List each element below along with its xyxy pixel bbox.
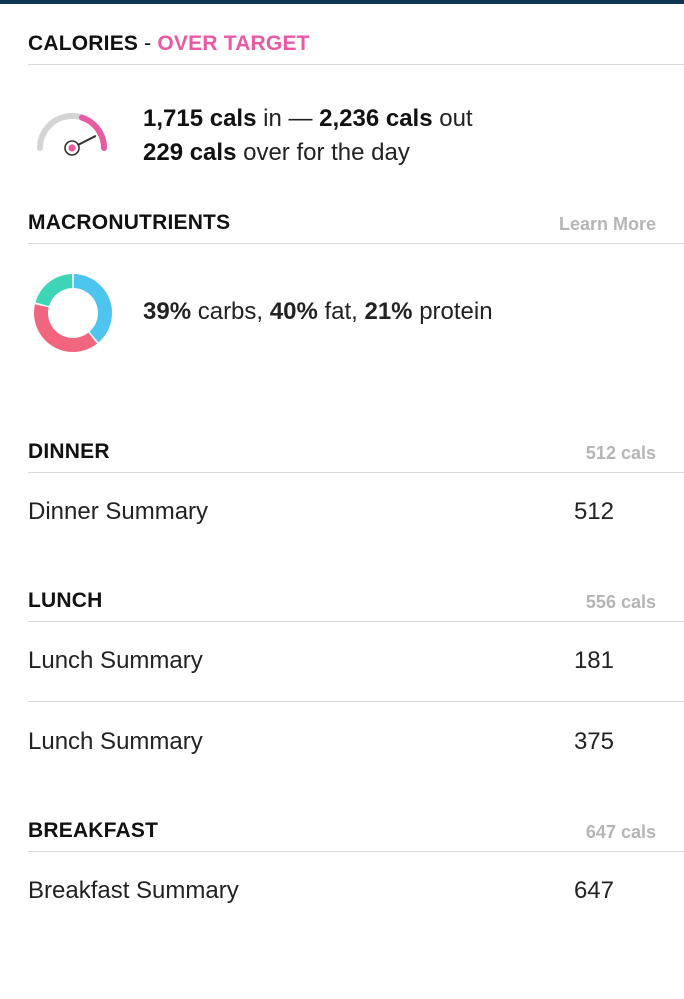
meal-item-name: Dinner Summary bbox=[28, 498, 209, 525]
calories-title: CALORIES - OVER TARGET bbox=[28, 32, 310, 56]
calories-out-value: 2,236 cals bbox=[319, 105, 433, 132]
donut-slice-fat bbox=[34, 304, 98, 352]
gauge-fill bbox=[78, 114, 107, 151]
macronutrient-summary: 39% carbs, 40% fat, 21% protein bbox=[143, 298, 493, 326]
fat-value: 40% bbox=[269, 298, 318, 325]
dinner-total: 512 cals bbox=[585, 443, 656, 463]
lunch-section-header: LUNCH 556 cals bbox=[28, 585, 684, 622]
calories-status: OVER TARGET bbox=[157, 32, 310, 55]
calories-out-text: out bbox=[432, 105, 473, 132]
gauge-hub-dot bbox=[68, 144, 76, 152]
calorie-gauge-icon bbox=[37, 113, 107, 156]
calorie-summary: 1,715 cals in — 2,236 cals out 229 cals … bbox=[143, 102, 473, 170]
lunch-title: LUNCH bbox=[28, 589, 103, 612]
calories-in-value: 1,715 cals bbox=[143, 105, 257, 132]
dinner-title: DINNER bbox=[28, 440, 110, 463]
dinner-section-header: DINNER 512 cals bbox=[28, 436, 684, 473]
macronutrients-title: MACRONUTRIENTS bbox=[28, 211, 231, 234]
breakfast-section-header: BREAKFAST 647 cals bbox=[28, 815, 684, 852]
calories-over-text: over for the day bbox=[236, 139, 410, 166]
meal-item-calories: 375 bbox=[573, 728, 614, 755]
calories-over-line: 229 cals over for the day bbox=[143, 136, 473, 170]
lunch-total: 556 cals bbox=[585, 592, 656, 612]
lunch-summary-row[interactable]: Lunch Summary 375 bbox=[28, 702, 684, 782]
meal-item-name: Lunch Summary bbox=[28, 647, 203, 674]
meal-item-name: Lunch Summary bbox=[28, 728, 203, 755]
calories-in-out-line: 1,715 cals in — 2,236 cals out bbox=[143, 102, 473, 136]
dinner-summary-row[interactable]: Dinner Summary 512 bbox=[28, 472, 684, 552]
calories-title-separator: - bbox=[138, 32, 158, 55]
breakfast-title: BREAKFAST bbox=[28, 819, 159, 842]
learn-more-link[interactable]: Learn More bbox=[559, 214, 656, 235]
lunch-summary-row[interactable]: Lunch Summary 181 bbox=[28, 621, 684, 702]
breakfast-total: 647 cals bbox=[585, 822, 656, 842]
calories-section-header: CALORIES - OVER TARGET bbox=[28, 28, 684, 65]
top-accent-bar bbox=[0, 0, 684, 4]
meal-item-calories: 512 bbox=[573, 498, 614, 525]
breakfast-summary-row[interactable]: Breakfast Summary 647 bbox=[28, 851, 684, 931]
meal-item-calories: 181 bbox=[573, 647, 614, 674]
carbs-text: carbs, bbox=[191, 298, 270, 325]
carbs-value: 39% bbox=[143, 298, 192, 325]
calories-in-text: in — bbox=[256, 105, 320, 132]
donut-slice-carbs bbox=[73, 274, 112, 343]
protein-text: protein bbox=[412, 298, 493, 325]
meal-item-calories: 647 bbox=[573, 877, 614, 904]
meal-item-name: Breakfast Summary bbox=[28, 877, 239, 904]
donut-slice-protein bbox=[35, 274, 73, 307]
calories-title-text: CALORIES bbox=[28, 32, 139, 55]
macronutrient-donut-chart bbox=[34, 274, 112, 352]
macronutrients-section-header: MACRONUTRIENTS Learn More bbox=[28, 207, 684, 244]
calories-over-value: 229 cals bbox=[143, 139, 237, 166]
protein-value: 21% bbox=[364, 298, 413, 325]
fat-text: fat, bbox=[317, 298, 365, 325]
